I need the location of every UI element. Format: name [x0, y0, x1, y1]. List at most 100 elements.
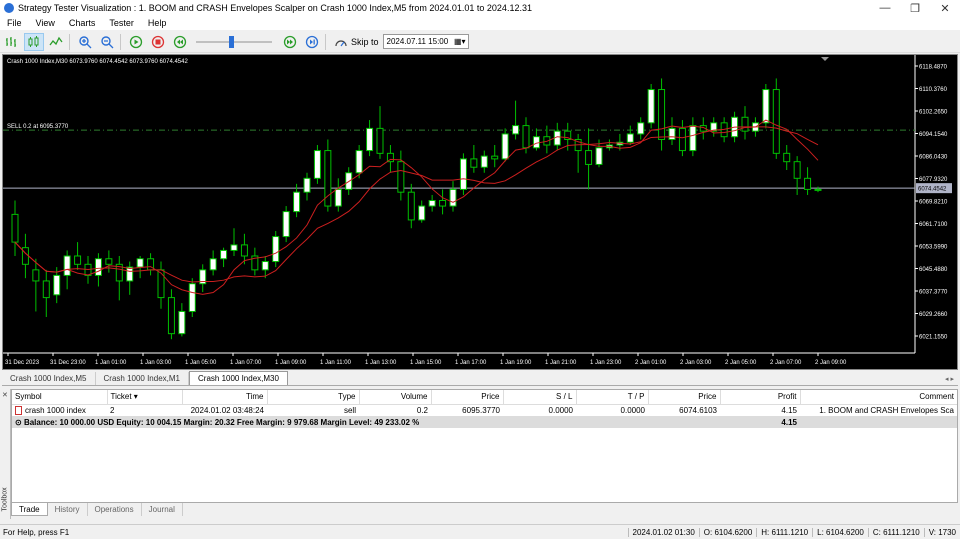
menu-view[interactable]: View — [29, 18, 62, 28]
stop-icon[interactable] — [148, 33, 168, 51]
col-ticket[interactable]: Ticket ▾ — [107, 390, 183, 405]
minimize-button[interactable]: — — [870, 0, 900, 16]
candle-body — [459, 158, 467, 190]
col-tp[interactable]: T / P — [576, 390, 649, 405]
tab-operations[interactable]: Operations — [88, 503, 142, 516]
candle-body — [407, 191, 415, 221]
candle-body — [626, 133, 634, 143]
table-header-row: Symbol Ticket ▾ Time Type Volume Price S… — [12, 390, 957, 405]
tab-chart-m30[interactable]: Crash 1000 Index,M30 — [189, 371, 288, 385]
tab-history[interactable]: History — [48, 503, 88, 516]
candle-body — [762, 89, 770, 124]
price-tick-label: 6110.3760 — [919, 87, 948, 93]
candle-body — [136, 258, 144, 268]
status-bar: For Help, press F1 2024.01.02 01:30 O: 6… — [0, 524, 960, 539]
candle — [313, 145, 321, 184]
candlestick-icon[interactable] — [24, 32, 44, 51]
rewind-icon[interactable] — [170, 33, 190, 51]
title-bar: Strategy Tester Visualization : 1. BOOM … — [0, 0, 960, 16]
col-price[interactable]: Price — [431, 390, 504, 405]
candle-body — [105, 258, 113, 265]
col-current-price[interactable]: Price — [648, 390, 721, 405]
candle-body — [126, 266, 134, 282]
tab-chart-m5[interactable]: Crash 1000 Index,M5 — [2, 372, 96, 385]
chart-background — [3, 55, 957, 369]
menu-bar: File View Charts Tester Help — [0, 16, 960, 30]
col-time[interactable]: Time — [182, 390, 268, 405]
candle-body — [637, 122, 645, 135]
col-comment[interactable]: Comment — [800, 390, 957, 405]
candle-body — [42, 280, 50, 299]
time-tick-label: 1 Jan 13:00 — [365, 360, 397, 366]
candle-body — [647, 89, 655, 124]
candle-body — [428, 200, 436, 207]
time-tick-label: 1 Jan 07:00 — [230, 360, 262, 366]
step-forward-icon[interactable] — [302, 33, 322, 51]
col-type[interactable]: Type — [267, 390, 360, 405]
price-tick-label: 6086.0430 — [919, 155, 948, 161]
time-tick-label: 2 Jan 09:00 — [815, 360, 847, 366]
bar-chart-icon[interactable] — [2, 33, 22, 51]
restore-button[interactable]: ❐ — [900, 0, 930, 16]
time-tick-label: 2 Jan 01:00 — [635, 360, 667, 366]
chart-info-label: Crash 1000 Index,M30 6073.9760 6074.4542… — [7, 59, 188, 65]
menu-tester[interactable]: Tester — [102, 18, 141, 28]
candle-body — [240, 244, 248, 257]
tab-journal[interactable]: Journal — [142, 503, 183, 516]
speed-slider-thumb[interactable] — [229, 35, 235, 48]
candle-body — [741, 116, 749, 132]
chart-tabs: Crash 1000 Index,M5 Crash 1000 Index,M1 … — [2, 371, 958, 386]
fast-forward-icon[interactable] — [280, 33, 300, 51]
candle-body — [188, 283, 196, 312]
col-sl[interactable]: S / L — [503, 390, 577, 405]
price-tick-label: 6029.2660 — [919, 312, 948, 318]
candle — [658, 78, 666, 151]
line-chart-icon[interactable] — [46, 33, 66, 51]
price-tick-label: 6061.7100 — [919, 222, 948, 228]
tab-chart-m1[interactable]: Crash 1000 Index,M1 — [96, 372, 189, 385]
time-tick-label: 1 Jan 17:00 — [455, 360, 487, 366]
skip-to-label: Skip to — [351, 36, 379, 47]
separator — [325, 33, 326, 50]
zoom-in-icon[interactable] — [75, 33, 95, 51]
skip-to-date-field[interactable]: 2024.07.11 15:00 ▦▾ — [382, 34, 469, 49]
candle-body — [532, 136, 540, 149]
menu-file[interactable]: File — [0, 18, 29, 28]
price-tick-label: 6094.1540 — [919, 132, 948, 138]
candle-body — [668, 127, 676, 140]
candle-body — [178, 310, 186, 335]
candle-body — [470, 158, 478, 168]
status-low: L: 6104.6200 — [812, 527, 868, 537]
document-icon — [15, 405, 22, 415]
close-button[interactable]: ✕ — [930, 0, 960, 16]
play-icon[interactable] — [126, 33, 146, 51]
col-profit[interactable]: Profit — [720, 390, 801, 405]
candle-body — [261, 261, 269, 271]
calendar-icon[interactable]: ▦▾ — [454, 37, 468, 46]
time-tick-label: 1 Jan 01:00 — [95, 360, 127, 366]
tab-scroll-arrows[interactable]: ◂ ▸ — [945, 375, 958, 383]
candle-body — [814, 188, 822, 191]
balance-summary: Balance: 10 000.00 USD Equity: 10 004.15… — [23, 417, 420, 427]
menu-help[interactable]: Help — [141, 18, 174, 28]
price-tick-label: 6045.4880 — [919, 267, 948, 273]
time-tick-label: 1 Jan 03:00 — [140, 360, 172, 366]
candle-body — [272, 236, 280, 263]
col-volume[interactable]: Volume — [359, 390, 432, 405]
status-datetime: 2024.01.02 01:30 — [627, 527, 699, 537]
zoom-out-icon[interactable] — [97, 33, 117, 51]
menu-charts[interactable]: Charts — [62, 18, 103, 28]
close-icon[interactable]: ✕ — [2, 391, 8, 399]
candle-body — [293, 191, 301, 213]
candle-body — [355, 150, 363, 174]
chart-canvas[interactable]: 6118.4870 6110.3760 6102.2650 6094.1540 6086… — [3, 55, 957, 369]
time-tick-label: 1 Jan 15:00 — [410, 360, 442, 366]
time-tick-label: 2 Jan 07:00 — [770, 360, 802, 366]
candle-body — [439, 200, 447, 207]
table-row[interactable]: crash 1000 index 2 2024.01.02 03:48:24 s… — [12, 404, 957, 416]
price-chart[interactable]: 6118.4870 6110.3760 6102.2650 6094.1540 6086… — [2, 54, 958, 370]
col-symbol[interactable]: Symbol — [12, 390, 108, 405]
tab-trade[interactable]: Trade — [11, 503, 48, 516]
speed-slider[interactable] — [196, 33, 272, 51]
candle-body — [480, 155, 488, 168]
